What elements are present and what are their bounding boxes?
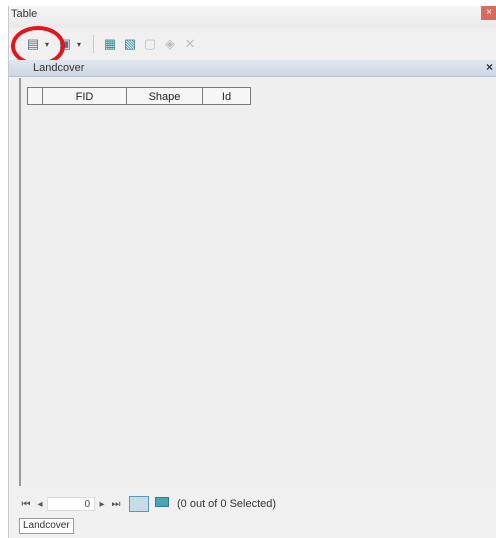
chevron-down-icon[interactable]: ▾ (77, 40, 85, 49)
column-header-shape[interactable]: Shape (127, 87, 203, 105)
switch-selection-icon[interactable]: ▧ (122, 36, 138, 52)
next-record-icon[interactable]: ▸ (95, 499, 109, 510)
related-tables-icon[interactable]: ▣ (57, 36, 73, 52)
table-header-row: FID Shape Id (27, 87, 251, 105)
toolbar: ▤ ▾ ▣ ▾ ▦ ▧ ▢ ◈ ✕ (9, 28, 496, 60)
selection-status-text: (0 out of 0 Selected) (177, 498, 277, 510)
table-tab-header: Landcover × (9, 60, 496, 77)
title-bar: Table × (9, 6, 496, 28)
clear-selection-icon[interactable]: ▢ (142, 36, 158, 52)
delete-selected-icon[interactable]: ✕ (182, 36, 198, 52)
column-header-id[interactable]: Id (203, 87, 251, 105)
table-name: Landcover (33, 62, 85, 74)
last-record-icon[interactable]: ⏭ (109, 499, 123, 510)
table-tabs: Landcover (19, 518, 74, 536)
first-record-icon[interactable]: ⏮ (19, 499, 33, 510)
record-number-input[interactable]: 0 (47, 497, 95, 511)
select-by-attributes-icon[interactable]: ▦ (102, 36, 118, 52)
close-icon[interactable]: × (481, 6, 496, 20)
table-window: Table × ▤ ▾ ▣ ▾ ▦ ▧ ▢ ◈ ✕ Landcover × FI… (8, 6, 496, 538)
window-title: Table (11, 8, 38, 20)
record-navigation-bar: ⏮ ◂ 0 ▸ ⏭ (0 out of 0 Selected) (19, 492, 495, 516)
row-selector-header[interactable] (27, 87, 43, 105)
previous-record-icon[interactable]: ◂ (33, 499, 47, 510)
show-all-records-icon[interactable] (129, 496, 149, 512)
attribute-table-grid[interactable]: FID Shape Id (19, 78, 496, 486)
zoom-to-selected-icon[interactable]: ◈ (162, 36, 178, 52)
show-selected-records-icon[interactable] (155, 497, 169, 507)
column-header-fid[interactable]: FID (43, 87, 127, 105)
table-options-icon[interactable]: ▤ (25, 36, 41, 52)
tab-landcover[interactable]: Landcover (19, 518, 74, 534)
close-icon[interactable]: × (486, 60, 493, 74)
chevron-down-icon[interactable]: ▾ (45, 40, 53, 49)
toolbar-divider (93, 35, 94, 53)
